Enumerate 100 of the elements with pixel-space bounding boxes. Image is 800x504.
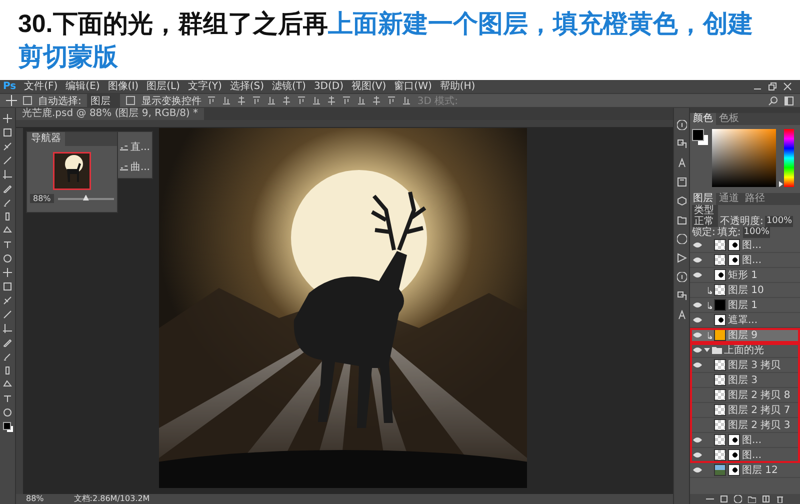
- layer-row[interactable]: 图...: [690, 253, 800, 268]
- color-swatch-icon[interactable]: [2, 422, 12, 432]
- workspace-icon[interactable]: [784, 96, 794, 106]
- menu-item[interactable]: 文字(Y): [188, 80, 222, 93]
- color-swatch-icon[interactable]: [692, 129, 708, 145]
- panel-icon[interactable]: [676, 272, 686, 282]
- layer-row[interactable]: 图层 3 拷贝: [690, 358, 800, 373]
- tool-icon[interactable]: [3, 170, 12, 179]
- hue-slider-thumb[interactable]: [779, 181, 783, 188]
- tool-icon[interactable]: [3, 296, 12, 305]
- panel-icon[interactable]: [676, 310, 686, 320]
- tool-icon[interactable]: [3, 268, 12, 277]
- fill-field[interactable]: 100%: [742, 227, 770, 238]
- layer-row[interactable]: 图层 2 拷贝 7: [690, 403, 800, 418]
- zoom-slider-thumb[interactable]: [82, 194, 89, 200]
- menu-item[interactable]: 选择(S): [230, 80, 264, 93]
- panel-tab[interactable]: 通道: [716, 193, 742, 205]
- align-icon[interactable]: [357, 96, 366, 105]
- adjustment-label[interactable]: 直...: [130, 140, 150, 154]
- align-icon[interactable]: [252, 96, 262, 105]
- layer-row[interactable]: 图层 1: [690, 298, 800, 313]
- layer-action-icon[interactable]: [762, 495, 770, 503]
- tool-icon[interactable]: [3, 338, 12, 347]
- layer-row[interactable]: 矩形 1: [690, 268, 800, 283]
- layer-row[interactable]: 图层 9: [690, 328, 800, 343]
- tool-icon[interactable]: [3, 184, 12, 193]
- document-tab[interactable]: 光芒鹿.psd @ 88% (图层 9, RGB/8) *: [16, 108, 204, 120]
- menu-item[interactable]: 文件(F): [24, 80, 58, 93]
- align-icon[interactable]: [327, 96, 336, 105]
- caret-icon[interactable]: [704, 347, 710, 353]
- layer-row[interactable]: 图层 2 拷贝 8: [690, 388, 800, 403]
- align-icon[interactable]: [297, 96, 306, 105]
- tool-icon[interactable]: [3, 408, 12, 417]
- align-icon[interactable]: [282, 96, 292, 105]
- layer-name: 上面的光: [724, 344, 764, 357]
- align-icon[interactable]: [342, 96, 352, 105]
- menu-item[interactable]: 滤镜(T): [272, 80, 306, 93]
- align-icon[interactable]: [312, 96, 322, 105]
- align-icon[interactable]: [267, 96, 276, 105]
- tool-icon[interactable]: [3, 324, 12, 333]
- tool-icon[interactable]: [3, 282, 12, 291]
- layer-row[interactable]: 图层 3: [690, 373, 800, 388]
- menu-item[interactable]: 图像(I): [108, 80, 139, 93]
- layer-group-row[interactable]: 上面的光: [690, 343, 800, 358]
- panel-icon[interactable]: [676, 158, 686, 168]
- menu-item[interactable]: 3D(D): [314, 80, 344, 93]
- restore-icon[interactable]: [768, 82, 777, 91]
- layer-name: 遮罩...: [728, 314, 758, 327]
- tool-icon[interactable]: [3, 114, 12, 123]
- tool-icon[interactable]: [3, 198, 12, 207]
- panel-tab[interactable]: 图层: [690, 193, 716, 205]
- panel-icon[interactable]: [676, 120, 686, 130]
- search-icon[interactable]: [768, 96, 778, 106]
- layer-row[interactable]: 图层 2 拷贝 3: [690, 418, 800, 433]
- layer-row[interactable]: 图层 12: [690, 463, 800, 478]
- panel-icon[interactable]: [676, 177, 686, 187]
- align-icon[interactable]: [387, 96, 396, 105]
- layer-row[interactable]: 图...: [690, 433, 800, 448]
- align-icon[interactable]: [222, 96, 232, 105]
- menu-item[interactable]: 窗口(W): [394, 80, 432, 93]
- layer-row[interactable]: 图层 10: [690, 283, 800, 298]
- adjustment-icon[interactable]: [120, 144, 128, 150]
- panel-tab[interactable]: 颜色: [690, 113, 716, 125]
- menu-item[interactable]: 图层(L): [146, 80, 180, 93]
- align-icon[interactable]: [372, 96, 382, 105]
- layer-row[interactable]: 图...: [690, 448, 800, 463]
- menu-item[interactable]: 编辑(E): [66, 80, 100, 93]
- menu-item[interactable]: 帮助(H): [440, 80, 476, 93]
- auto-select-checkbox[interactable]: [23, 96, 32, 105]
- panel-icon[interactable]: [676, 291, 686, 301]
- move-tool-icon[interactable]: [6, 95, 17, 106]
- layer-row[interactable]: 图...: [690, 238, 800, 253]
- tool-icon[interactable]: [3, 310, 12, 319]
- layer-action-icon[interactable]: [776, 495, 784, 503]
- app-logo[interactable]: Ps: [3, 80, 16, 93]
- adjustment-label[interactable]: 曲...: [130, 160, 150, 174]
- adjustment-icon[interactable]: [120, 164, 128, 170]
- blend-mode-dropdown[interactable]: 正常: [692, 216, 718, 227]
- panel-tab[interactable]: 导航器: [27, 132, 65, 146]
- close-icon[interactable]: [783, 82, 792, 91]
- align-icon[interactable]: [237, 96, 246, 105]
- panel-icon[interactable]: [676, 139, 686, 149]
- tool-icon[interactable]: [3, 394, 12, 403]
- tool-icon[interactable]: [3, 128, 12, 137]
- align-icon[interactable]: [402, 96, 412, 105]
- align-icon[interactable]: [207, 96, 216, 105]
- menu-item[interactable]: 视图(V): [352, 80, 386, 93]
- show-transform-checkbox[interactable]: [126, 96, 136, 105]
- opacity-field[interactable]: 100%: [765, 216, 794, 227]
- tool-icon[interactable]: [3, 352, 12, 361]
- kind-filter-dropdown[interactable]: 类型: [692, 205, 718, 216]
- tool-icon[interactable]: [3, 142, 12, 151]
- panel-tab[interactable]: 色板: [716, 113, 742, 125]
- target-dropdown[interactable]: 图层: [87, 94, 120, 108]
- color-picker-field[interactable]: [712, 129, 776, 187]
- tool-icon[interactable]: [3, 254, 12, 263]
- zoom-percentage-field[interactable]: 88%: [30, 194, 54, 203]
- tool-icon[interactable]: [3, 240, 12, 249]
- tool-icon[interactable]: [3, 156, 12, 165]
- panel-tab[interactable]: 路径: [742, 193, 768, 205]
